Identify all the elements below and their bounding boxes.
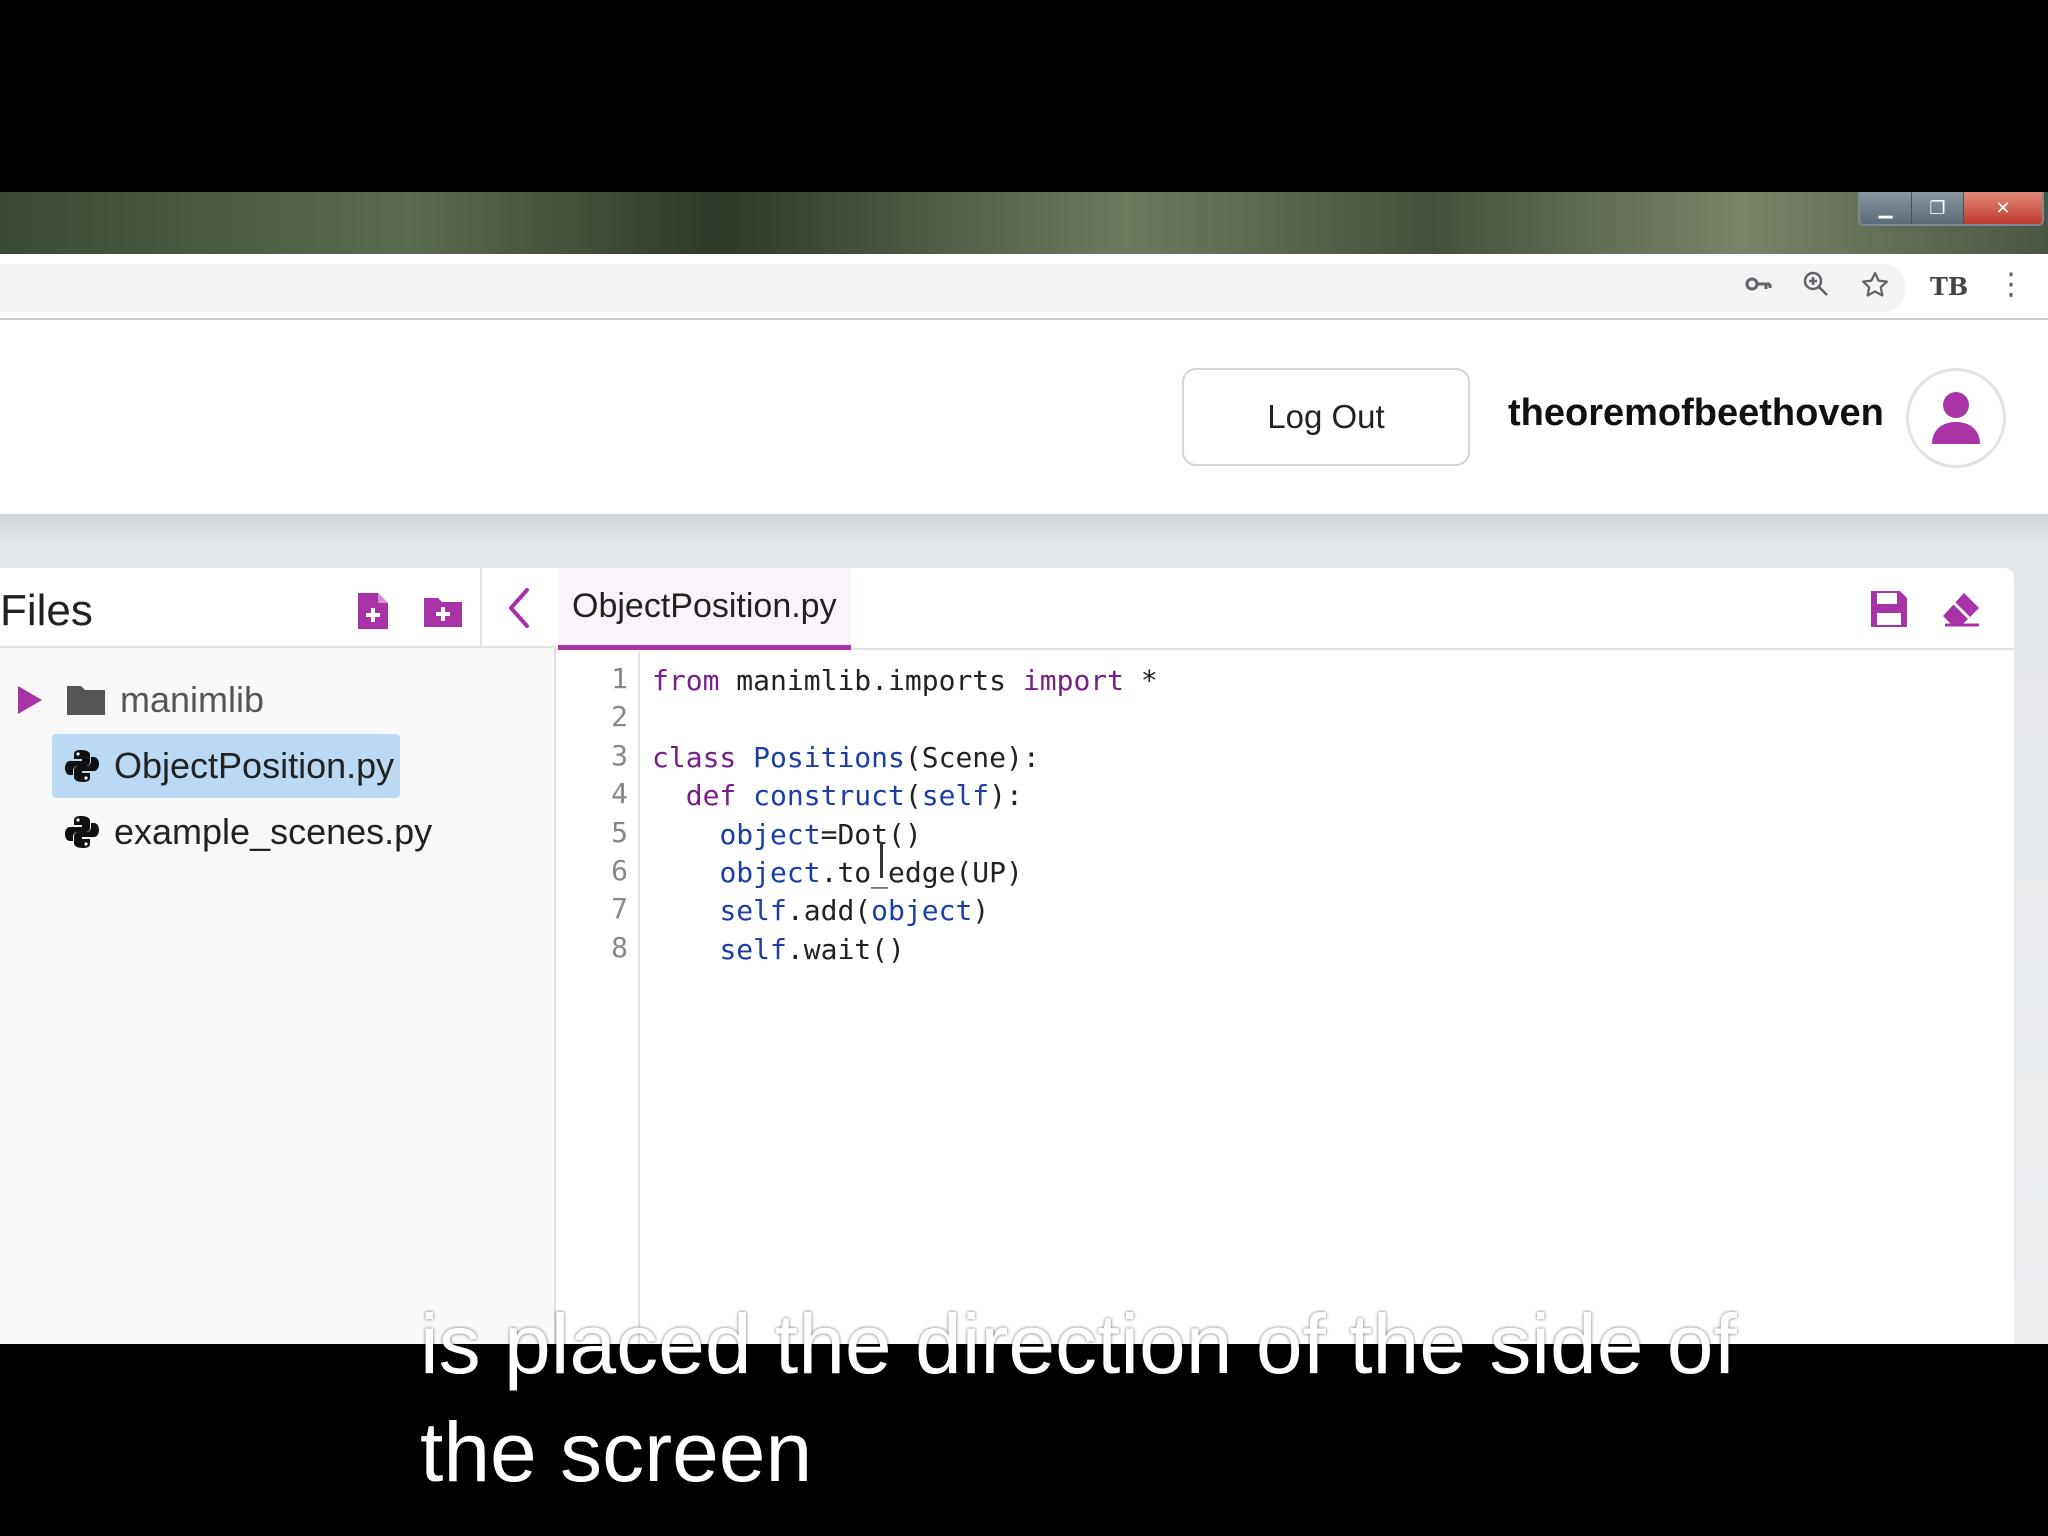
code-line: from manimlib.imports import *: [652, 664, 1158, 697]
files-title: Files: [0, 586, 93, 635]
line-number: 3: [611, 739, 628, 772]
line-number: 7: [611, 892, 628, 925]
editor-tab-bar: ObjectPosition.py: [556, 568, 2014, 650]
save-button[interactable]: [1866, 586, 1912, 632]
file-browser-header: Files: [0, 568, 556, 648]
app-header: Log Out theoremofbeethoven: [0, 320, 2048, 514]
code-line: self.wait(): [719, 932, 905, 966]
line-number: 2: [611, 700, 628, 733]
line-number: 4: [611, 777, 628, 810]
line-number: 6: [611, 854, 628, 887]
user-icon: [1932, 392, 1980, 444]
extension-icon[interactable]: TB: [1930, 270, 1968, 304]
save-icon: [1871, 591, 1907, 627]
code-line: def construct(self):: [685, 779, 1023, 813]
line-number: 1: [611, 662, 628, 695]
key-icon[interactable]: [1744, 270, 1772, 307]
url-field[interactable]: [0, 264, 1906, 312]
tree-item-label: example_scenes.py: [114, 811, 433, 852]
window-titlebar: [0, 192, 2048, 254]
browser-menu-icon[interactable]: ⋮: [1996, 268, 2026, 302]
code-text-area[interactable]: from manimlib.imports import * class Pos…: [652, 662, 1158, 969]
folder-icon: [67, 686, 105, 715]
caret-right-icon[interactable]: [16, 684, 44, 716]
line-number-gutter: 1 2 3 4 5 6 7 8: [556, 652, 640, 1344]
new-folder-icon: [424, 598, 462, 627]
browser-address-bar: TB ⋮: [0, 254, 2048, 320]
new-file-button[interactable]: [352, 590, 394, 632]
new-folder-button[interactable]: [422, 590, 464, 632]
tree-folder-manimlib[interactable]: manimlib: [0, 668, 264, 732]
clear-button[interactable]: [1938, 586, 1984, 632]
subtitle-line-1: is placed the direction of the side of: [420, 1297, 1737, 1391]
text-cursor: [880, 842, 883, 878]
collapse-panel-button[interactable]: [480, 568, 556, 648]
video-letterbox-top: [0, 0, 2048, 192]
subtitle-line-2: the screen: [420, 1405, 813, 1499]
code-editor: ObjectPosition.py 1 2 3 4 5 6 7 8 from m…: [556, 568, 2014, 1344]
code-line: self.add(object): [719, 894, 990, 928]
eraser-icon: [1943, 593, 1979, 627]
tree-item-label: manimlib: [120, 679, 265, 720]
zoom-icon[interactable]: [1802, 270, 1830, 307]
line-number: 5: [611, 816, 628, 849]
bookmark-star-icon[interactable]: [1860, 270, 1890, 309]
file-browser-panel: Files manimlib ObjectPosition.py example…: [0, 568, 556, 1344]
close-button[interactable]: ✕: [1964, 192, 2042, 224]
line-number: 8: [611, 931, 628, 964]
chevron-left-icon: [509, 588, 529, 628]
minimize-button[interactable]: ▁: [1860, 192, 1912, 224]
editor-tab-objectposition[interactable]: ObjectPosition.py: [558, 568, 851, 650]
code-line: object=Dot(): [719, 817, 922, 851]
username-label: theoremofbeethoven: [1508, 392, 1884, 434]
window-controls: ▁ ❐ ✕: [1858, 192, 2044, 226]
video-subtitle: is placed the direction of the side of t…: [420, 1290, 1920, 1506]
code-line: class Positions(Scene):: [652, 740, 1040, 774]
restore-button[interactable]: ❐: [1912, 192, 1964, 224]
python-icon: [65, 750, 99, 782]
new-file-icon: [358, 593, 388, 629]
tree-file-objectposition[interactable]: ObjectPosition.py: [52, 734, 401, 798]
code-line: object.to_edge(UP): [719, 855, 1023, 889]
tree-item-label: ObjectPosition.py: [114, 745, 395, 786]
logout-button[interactable]: Log Out: [1182, 368, 1470, 466]
tree-file-example-scenes[interactable]: example_scenes.py: [64, 800, 432, 864]
avatar[interactable]: [1906, 368, 2006, 468]
python-icon: [65, 816, 99, 848]
